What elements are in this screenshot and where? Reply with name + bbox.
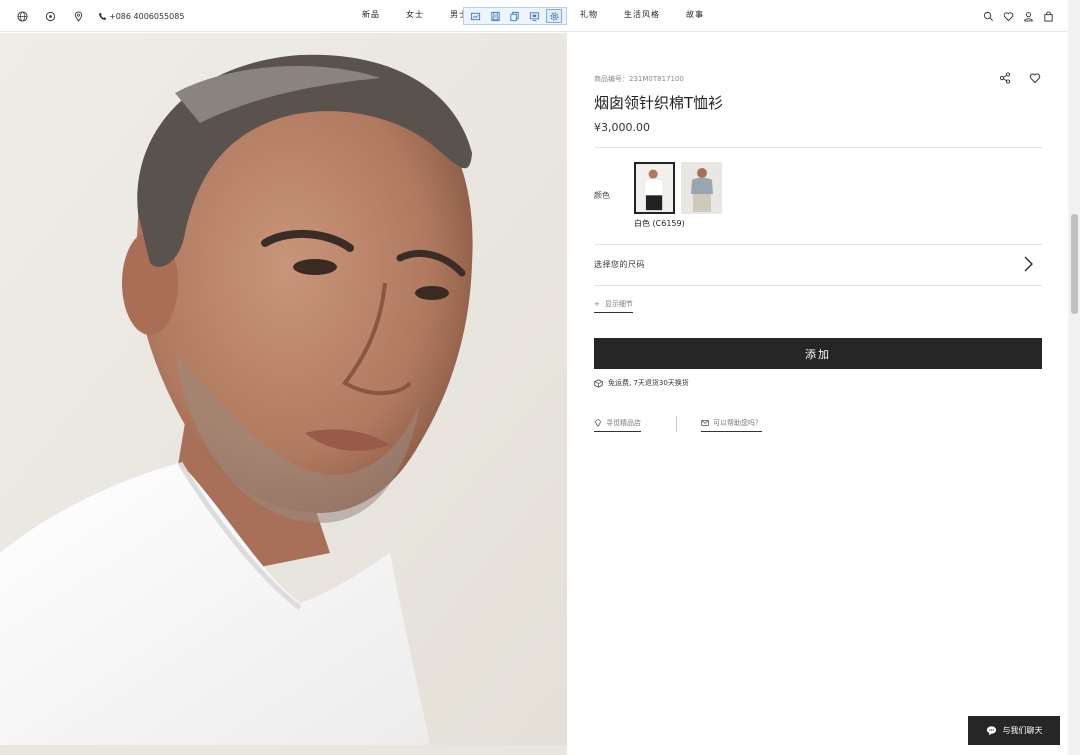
color-swatch-grey[interactable] <box>681 162 722 214</box>
phone-icon <box>99 12 107 20</box>
shipping-info: 免运费, 7天退货30天换货 <box>594 378 689 388</box>
gear-icon <box>550 11 559 21</box>
phone-link[interactable]: +086 4006055085 <box>98 12 184 21</box>
crop-tool-button[interactable] <box>468 9 484 23</box>
color-label: 颜色 <box>594 191 610 200</box>
copy-icon <box>510 11 520 21</box>
show-details-link[interactable]: + 显示细节 <box>594 299 633 313</box>
chevron-right-icon <box>1024 256 1033 272</box>
nav-item-new[interactable]: 新品 <box>362 9 380 20</box>
color-swatch-white[interactable] <box>634 162 675 214</box>
nav-item-stories[interactable]: 故事 <box>686 9 704 20</box>
account-icon[interactable] <box>1022 8 1034 24</box>
scrollbar-thumb[interactable] <box>1071 214 1078 314</box>
save-tool-button[interactable] <box>487 9 503 23</box>
capture-toolbar <box>463 7 567 25</box>
chat-label: 与我们聊天 <box>1002 726 1043 735</box>
size-selector-label: 选择您的尺码 <box>594 260 645 269</box>
size-selector[interactable]: 选择您的尺码 <box>594 245 1042 285</box>
product-photo <box>0 33 567 745</box>
product-title: 烟囱领针织棉T恤衫 <box>594 94 724 112</box>
share-icon <box>999 72 1011 84</box>
chat-bubble-icon <box>986 726 996 736</box>
bag-icon[interactable] <box>1042 8 1054 24</box>
top-header: +086 4006055085 新品 女士 男士 礼物 生活风格 故事 <box>0 0 1068 32</box>
divider <box>594 147 1042 148</box>
help-label: 可以帮助您吗？ <box>713 419 762 427</box>
heart-icon[interactable] <box>1002 8 1014 24</box>
location-icon[interactable] <box>70 8 86 24</box>
chat-button[interactable]: 与我们聊天 <box>968 716 1060 745</box>
plus-icon: + <box>594 300 600 308</box>
wishlist-button[interactable] <box>1028 71 1042 85</box>
nav-item-lifestyle[interactable]: 生活风格 <box>624 9 660 20</box>
header-utilities: +086 4006055085 <box>14 8 184 24</box>
screen-icon <box>529 11 540 21</box>
nav-item-women[interactable]: 女士 <box>406 9 424 20</box>
product-price: ¥3,000.00 <box>594 121 650 134</box>
crop-icon <box>471 12 481 20</box>
shipping-text: 免运费, 7天退货30天换货 <box>608 379 689 387</box>
find-store-label: 寻觅精品店 <box>606 419 641 427</box>
globe-icon[interactable] <box>14 8 30 24</box>
search-icon[interactable] <box>982 8 994 24</box>
header-actions <box>982 8 1054 24</box>
phone-number: +086 4006055085 <box>109 11 185 21</box>
divider <box>594 285 1042 286</box>
product-sku: 商品编号：231M0T817100 <box>594 75 684 83</box>
add-to-cart-button[interactable]: 添加 <box>594 338 1042 369</box>
box-icon <box>594 378 603 388</box>
show-details-label: 显示细节 <box>604 300 633 308</box>
screen-tool-button[interactable] <box>527 9 543 23</box>
service-icon[interactable] <box>42 8 58 24</box>
product-page: +086 4006055085 新品 女士 男士 礼物 生活风格 故事 商品编号… <box>0 0 1080 755</box>
product-detail-panel: 商品编号：231M0T817100 烟囱领针织棉T恤衫 ¥3,000.00 颜色 <box>594 33 1042 733</box>
heart-icon <box>1029 73 1041 84</box>
share-button[interactable] <box>998 71 1012 85</box>
help-link[interactable]: 可以帮助您吗？ <box>701 418 762 432</box>
support-links: 寻觅精品店 可以帮助您吗？ <box>594 416 894 436</box>
location-icon <box>595 419 601 427</box>
save-icon <box>491 11 500 21</box>
copy-tool-button[interactable] <box>507 9 523 23</box>
page-scrollbar[interactable] <box>1068 0 1080 755</box>
settings-tool-button[interactable] <box>546 9 563 23</box>
selected-color-name: 白色 (C6159) <box>634 219 685 228</box>
link-separator <box>676 416 677 432</box>
find-store-link[interactable]: 寻觅精品店 <box>594 418 641 432</box>
mail-icon <box>701 420 709 426</box>
next-photo-strip <box>0 745 567 755</box>
nav-item-gifts[interactable]: 礼物 <box>580 9 598 20</box>
